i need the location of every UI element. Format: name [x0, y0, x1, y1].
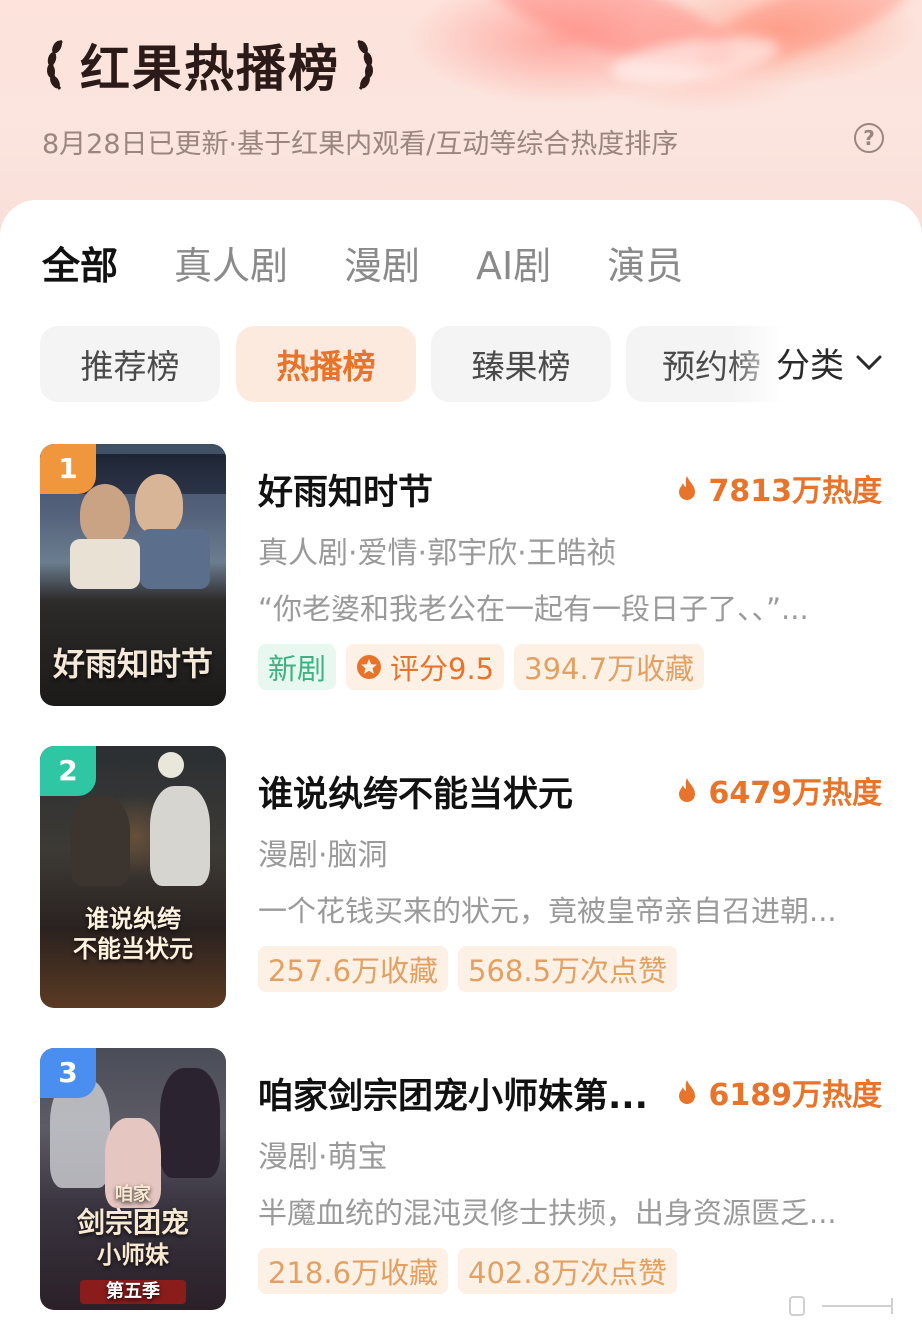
- favorites-tag: 218.6万收藏: [258, 1248, 449, 1294]
- laurel-right-icon: [357, 39, 374, 90]
- tag-row: 218.6万收藏 402.8万次点赞: [258, 1248, 678, 1294]
- drama-meta: 漫剧·萌宝: [258, 1140, 388, 1175]
- list-item[interactable]: 谁说纨绔 不能当状元 2 谁说纨绔不能当状元 6479万热度 漫剧·脑洞 一个花…: [40, 746, 882, 1008]
- cover-title-line-3: 小师妹: [97, 1240, 169, 1269]
- new-tag: 新剧: [258, 644, 337, 690]
- rating-tag: 评分9.5: [346, 644, 505, 690]
- cover-image: 咱家 剑宗团宠 小师妹 第五季 3: [40, 1048, 226, 1310]
- flame-icon: [678, 778, 695, 802]
- flame-icon: [678, 1080, 695, 1104]
- drama-description: 半魔血统的混沌灵修士扶频，出身资源匮乏...: [258, 1196, 837, 1230]
- cover-title-line-1: 谁说纨绔: [85, 904, 181, 933]
- cover-title-line-1: 咱家: [115, 1184, 151, 1205]
- tab-live-action[interactable]: 真人剧: [174, 240, 288, 292]
- drama-meta: 漫剧·脑洞: [258, 838, 388, 873]
- chip-recommend[interactable]: 推荐榜: [40, 326, 220, 402]
- page-subtitle: 8月28日已更新·基于红果内观看/互动等综合热度排序: [42, 129, 679, 160]
- chip-hot[interactable]: 热播榜: [236, 326, 416, 402]
- favorites-tag: 394.7万收藏: [514, 644, 705, 690]
- heat-score: 6189万热度: [677, 1070, 883, 1114]
- tag-row: 新剧 评分9.5 394.7万收藏: [258, 644, 705, 690]
- page-title: 红果热播榜: [80, 40, 340, 98]
- likes-tag: 402.8万次点赞: [458, 1248, 678, 1294]
- drama-title[interactable]: 谁说纨绔不能当状元: [258, 766, 573, 817]
- category-dropdown[interactable]: 分类: [776, 338, 882, 387]
- tab-actors[interactable]: 演员: [607, 240, 683, 292]
- heat-score: 6479万热度: [677, 768, 883, 812]
- star-badge-icon: [357, 655, 382, 679]
- category-label: 分类: [776, 346, 844, 386]
- list-item[interactable]: 好雨知时节 1 好雨知时节 7813万热度 真人剧·爱情·郭宇欣·王皓祯 “你老…: [40, 444, 882, 706]
- tag-row: 257.6万收藏 568.5万次点赞: [258, 946, 678, 992]
- drama-description: 一个花钱买来的状元，竟被皇帝亲自召进朝...: [258, 894, 837, 928]
- tab-all[interactable]: 全部: [42, 240, 118, 292]
- list-item[interactable]: 咱家 剑宗团宠 小师妹 第五季 3 咱家剑宗团宠小师妹第... 6189万热度 …: [40, 1048, 882, 1310]
- cover-title-line-2: 剑宗团宠: [76, 1206, 189, 1239]
- tab-comic-drama[interactable]: 漫剧: [344, 240, 420, 292]
- chip-premium[interactable]: 臻果榜: [431, 326, 611, 402]
- heat-score: 7813万热度: [677, 466, 883, 510]
- cover-season-text: 第五季: [80, 1280, 186, 1304]
- rank-badge: 1: [40, 444, 96, 494]
- drama-meta: 真人剧·爱情·郭宇欣·王皓祯: [258, 536, 617, 571]
- likes-tag: 568.5万次点赞: [458, 946, 678, 992]
- drama-title[interactable]: 咱家剑宗团宠小师妹第...: [258, 1068, 648, 1119]
- favorites-tag: 257.6万收藏: [258, 946, 449, 992]
- flame-icon: [678, 476, 695, 500]
- drama-title[interactable]: 好雨知时节: [258, 464, 433, 515]
- cover-image: 好雨知时节 1: [40, 444, 226, 706]
- question-circle-icon[interactable]: ?: [854, 123, 884, 153]
- drama-description: “你老婆和我老公在一起有一段日子了、、”...: [258, 592, 809, 626]
- rank-badge: 3: [40, 1048, 96, 1098]
- heat-value: 7813万热度: [708, 474, 883, 509]
- rank-badge: 2: [40, 746, 96, 796]
- laurel-left-icon: [46, 39, 63, 90]
- chevron-down-icon: [856, 355, 882, 370]
- cover-title-text: 好雨知时节: [52, 645, 213, 683]
- top-tabs: 全部 真人剧 漫剧 AI剧 演员: [42, 240, 739, 292]
- tab-ai-drama[interactable]: AI剧: [476, 240, 551, 292]
- page-title-row: 红果热播榜: [40, 30, 380, 100]
- cover-image: 谁说纨绔 不能当状元 2: [40, 746, 226, 1008]
- rating-value: 评分9.5: [390, 652, 495, 686]
- cover-title-line-2: 不能当状元: [73, 934, 193, 963]
- gesture-bar-icon: [789, 1296, 893, 1316]
- heat-value: 6189万热度: [708, 1078, 883, 1113]
- heat-value: 6479万热度: [708, 776, 883, 811]
